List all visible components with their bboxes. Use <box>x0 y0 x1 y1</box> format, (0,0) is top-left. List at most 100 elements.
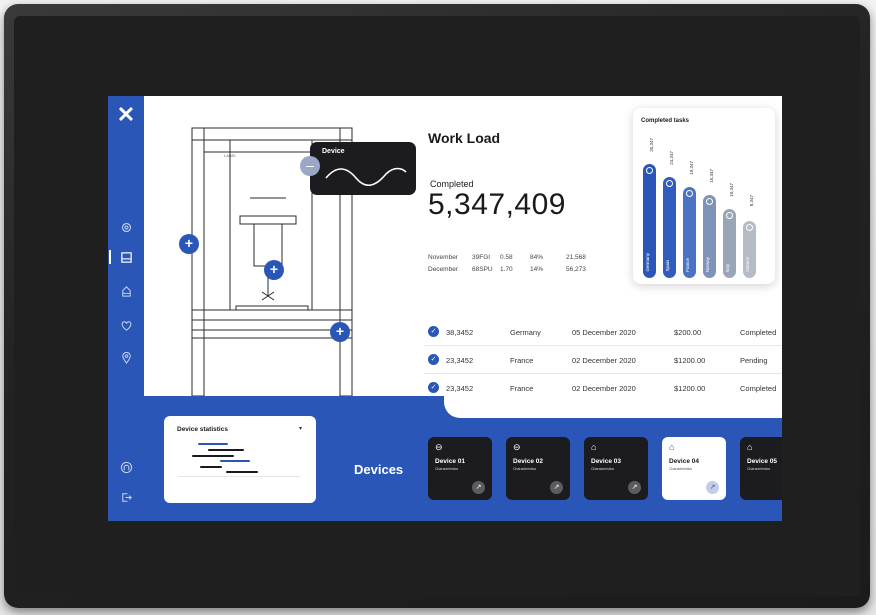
device-name: Device 05 <box>747 458 777 465</box>
device-popup[interactable]: Device – <box>300 142 416 195</box>
task-bar-value: 10,347 <box>729 183 734 197</box>
task-bar-value: 15,347 <box>709 169 714 183</box>
device-icon: ⌂ <box>591 442 597 452</box>
task-bar: Spain <box>663 177 676 278</box>
task-bar-value: 19,347 <box>689 161 694 175</box>
device-name: Device 04 <box>669 458 699 465</box>
device-sub: Characteristics <box>747 467 771 471</box>
layout-icon[interactable] <box>117 248 135 266</box>
device-statistics-card[interactable]: Device statistics ▾ <box>164 416 316 503</box>
stat-percent: 14% <box>530 266 544 273</box>
add-point-button[interactable]: + <box>179 234 199 254</box>
gantt-axis <box>178 476 300 477</box>
order-status: Completed <box>740 328 777 337</box>
arrow-up-right-icon[interactable]: ↗ <box>472 481 485 494</box>
circle-icon <box>686 190 693 197</box>
arrow-up-right-icon[interactable]: ↗ <box>550 481 563 494</box>
stat-code: 68SPU <box>472 266 493 273</box>
orders-table: ✓ 38,3452 Germany 05 December 2020 $200.… <box>424 318 782 402</box>
device-card-selected[interactable]: ⌂ Device 04 Characteristics ↗ <box>662 437 726 500</box>
order-price: $1200.00 <box>674 356 706 365</box>
location-pin-icon[interactable] <box>117 348 135 366</box>
device-icon: ⌂ <box>747 442 753 452</box>
task-bar-label: Germany <box>645 253 650 272</box>
device-statistics-title: Device statistics <box>177 426 228 433</box>
logo-x-icon[interactable]: ✕ <box>115 104 137 126</box>
stat-value: 0.58 <box>500 254 513 261</box>
order-id: 38,3452 <box>446 328 474 337</box>
device-card[interactable]: ⌂ Device 05 Characteristics ↗ <box>740 437 782 500</box>
stack-icon[interactable] <box>117 282 135 300</box>
workload-stats-table: November 39FGI 0.58 84% 21,568 December … <box>428 246 586 278</box>
circle-icon <box>726 212 733 219</box>
gantt-bar <box>220 460 250 462</box>
order-date: 02 December 2020 <box>572 356 636 365</box>
device-sub: Characteristics <box>435 467 459 471</box>
completed-value: 5,347,409 <box>428 188 566 221</box>
task-bar-value: 24,347 <box>669 151 674 165</box>
order-status: Completed <box>740 384 777 393</box>
arrow-up-right-icon[interactable]: ↗ <box>628 481 641 494</box>
table-row: November 39FGI 0.58 84% 21,568 <box>428 254 586 261</box>
gantt-bar <box>198 443 228 445</box>
stat-code: 39FGI <box>472 254 491 261</box>
stat-total: 56,273 <box>566 266 586 273</box>
stat-total: 21,568 <box>566 254 586 261</box>
collapse-minus-button[interactable]: – <box>300 156 320 176</box>
device-icon: ⊖ <box>513 442 521 452</box>
task-bar: Norway <box>703 195 716 278</box>
devices-band: Device statistics ▾ Devices ⊖ Device 01 … <box>144 396 782 521</box>
device-name: Device 01 <box>435 458 465 465</box>
order-id: 23,3452 <box>446 384 474 393</box>
svg-text:LABEL: LABEL <box>224 153 237 158</box>
order-price: $200.00 <box>674 328 702 337</box>
device-card[interactable]: ⊖ Device 02 Characteristics ↗ <box>506 437 570 500</box>
add-point-button[interactable]: + <box>330 322 350 342</box>
circle-icon <box>706 198 713 205</box>
task-bar-label: Greece <box>745 257 750 272</box>
task-bar: Germany <box>643 164 656 278</box>
task-bar-value: 35,347 <box>649 138 654 152</box>
sidebar: ✕ <box>108 96 144 521</box>
order-country: Germany <box>510 328 541 337</box>
chevron-down-icon[interactable]: ▾ <box>299 425 302 432</box>
gantt-bar <box>208 449 244 451</box>
completed-tasks-title: Completed tasks <box>641 118 690 124</box>
order-date: 02 December 2020 <box>572 384 636 393</box>
gear-icon[interactable] <box>117 218 135 236</box>
device-card[interactable]: ⌂ Device 03 Characteristics ↗ <box>584 437 648 500</box>
order-date: 05 December 2020 <box>572 328 636 337</box>
circle-icon <box>646 167 653 174</box>
table-row[interactable]: ✓ 23,3452 France 02 December 2020 $1200.… <box>424 346 782 374</box>
task-bar-label: Spain <box>665 260 670 272</box>
task-bar-label: France <box>685 257 690 272</box>
active-indicator <box>109 250 111 264</box>
heart-icon[interactable] <box>117 316 135 334</box>
machine-diagram: LABEL Device – + + + <box>144 96 416 397</box>
order-country: France <box>510 384 534 393</box>
check-icon: ✓ <box>428 382 439 393</box>
work-load-title: Work Load <box>428 130 501 146</box>
circle-icon <box>746 224 753 231</box>
check-icon: ✓ <box>428 354 439 365</box>
support-icon[interactable] <box>117 458 135 476</box>
stat-value: 1.70 <box>500 266 513 273</box>
device-card[interactable]: ⊖ Device 01 Characteristics ↗ <box>428 437 492 500</box>
table-row: December 68SPU 1.70 14% 56,273 <box>428 266 586 273</box>
signal-wave-icon <box>325 167 407 186</box>
stat-month: December <box>428 266 458 273</box>
order-country: France <box>510 356 534 365</box>
logout-icon[interactable] <box>117 488 135 506</box>
task-bar-label: Norway <box>705 256 710 272</box>
circle-icon <box>666 180 673 187</box>
table-row[interactable]: ✓ 38,3452 Germany 05 December 2020 $200.… <box>424 318 782 346</box>
device-name: Device 02 <box>513 458 543 465</box>
photo-background: ✕ LABEL Device – + + + Work Load Complet… <box>0 0 876 615</box>
band-cutout <box>444 396 782 418</box>
order-price: $1200.00 <box>674 384 706 393</box>
completed-tasks-card: Completed tasks Germany 35,347 Spain 24,347… <box>633 108 775 284</box>
arrow-up-right-icon[interactable]: ↗ <box>706 481 719 494</box>
task-bar: Greece <box>743 221 756 278</box>
order-id: 23,3452 <box>446 356 474 365</box>
add-point-button[interactable]: + <box>264 260 284 280</box>
